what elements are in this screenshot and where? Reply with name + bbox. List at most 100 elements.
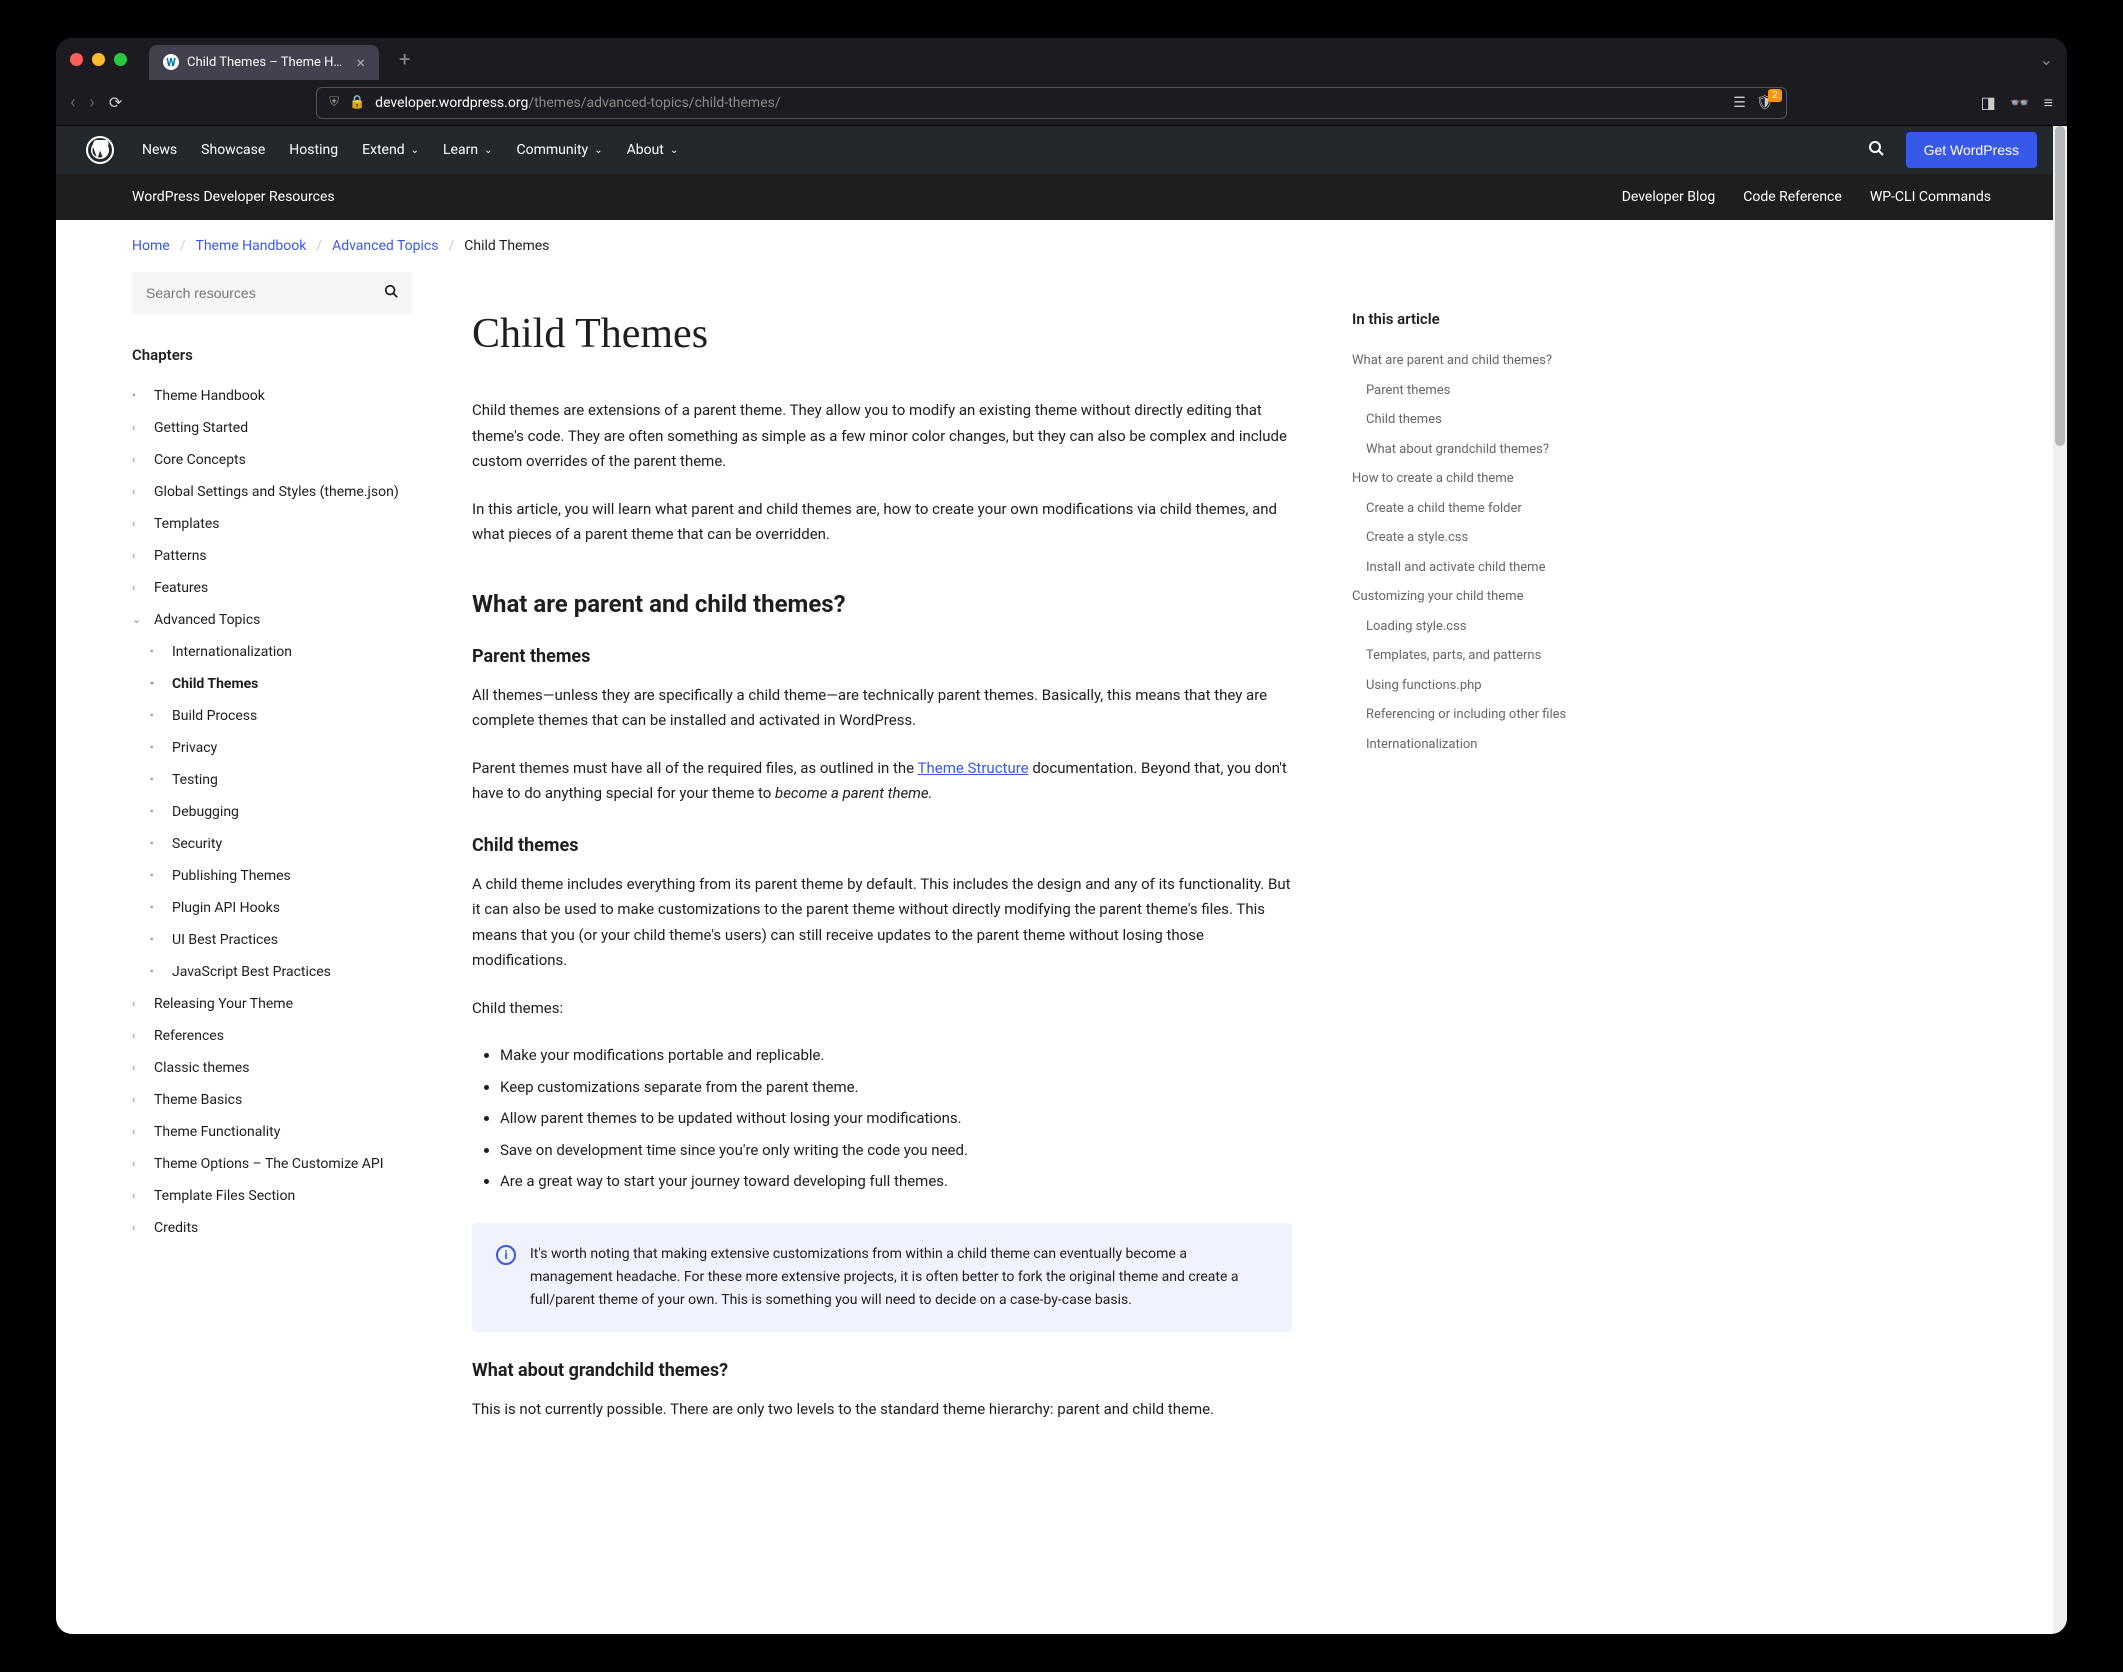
info-text: It's worth noting that making extensive … xyxy=(530,1243,1268,1312)
toc-link[interactable]: Install and activate child theme xyxy=(1352,553,1592,583)
chapter-label: Security xyxy=(172,834,222,854)
nav-item-extend[interactable]: Extend⌄ xyxy=(362,142,419,158)
developer-subheader: WordPress Developer Resources Developer … xyxy=(56,174,2067,220)
nav-item-hosting[interactable]: Hosting xyxy=(289,142,338,158)
list-item: Are a great way to start your journey to… xyxy=(500,1169,1292,1195)
chapter-item[interactable]: •JavaScript Best Practices xyxy=(132,956,412,988)
chapter-item[interactable]: ›Global Settings and Styles (theme.json) xyxy=(132,476,412,508)
extension-icon[interactable]: 🛡2 xyxy=(1756,95,1774,111)
chapter-item[interactable]: •Internationalization xyxy=(132,636,412,668)
bullet-icon: • xyxy=(150,898,162,918)
chapter-item[interactable]: •Plugin API Hooks xyxy=(132,892,412,924)
scrollbar-track[interactable] xyxy=(2053,126,2067,1634)
chapter-item[interactable]: ›Classic themes xyxy=(132,1052,412,1084)
chevron-down-icon: ⌄ xyxy=(132,610,144,630)
chevron-right-icon: › xyxy=(132,418,144,438)
chapter-item[interactable]: ›Theme Functionality xyxy=(132,1116,412,1148)
toc-link[interactable]: Templates, parts, and patterns xyxy=(1352,641,1592,671)
sidebar-toggle-icon[interactable]: ◨ xyxy=(1981,93,1996,112)
heading-grandchild: What about grandchild themes? xyxy=(472,1360,1292,1381)
browser-title-bar: W Child Themes – Theme Handb × + ⌄ xyxy=(56,38,2067,80)
chapter-item[interactable]: ›References xyxy=(132,1020,412,1052)
account-icon[interactable]: 👓 xyxy=(2010,93,2030,112)
lock-icon: 🔒 xyxy=(349,95,365,110)
grandchild-paragraph-1: This is not currently possible. There ar… xyxy=(472,1397,1292,1423)
chapter-item[interactable]: •Privacy xyxy=(132,732,412,764)
chapter-item[interactable]: ›Template Files Section xyxy=(132,1180,412,1212)
wordpress-logo-icon[interactable] xyxy=(86,136,114,164)
toc-link[interactable]: Referencing or including other files xyxy=(1352,700,1592,730)
page-title: Child Themes xyxy=(472,310,1292,358)
dev-link-wp-cli-commands[interactable]: WP-CLI Commands xyxy=(1870,189,1991,205)
reader-mode-icon[interactable]: ☰ xyxy=(1733,95,1746,111)
chapter-item[interactable]: •Debugging xyxy=(132,796,412,828)
toc-link[interactable]: Internationalization xyxy=(1352,730,1592,760)
tab-title: Child Themes – Theme Handb xyxy=(187,55,348,70)
chapter-item[interactable]: •Publishing Themes xyxy=(132,860,412,892)
nav-item-news[interactable]: News xyxy=(142,142,177,158)
address-bar[interactable]: ⛨ 🔒 developer.wordpress.org/themes/advan… xyxy=(316,87,1786,119)
toc-link[interactable]: Customizing your child theme xyxy=(1352,582,1592,612)
dev-resources-title: WordPress Developer Resources xyxy=(132,189,335,205)
chapter-item[interactable]: •Child Themes xyxy=(132,668,412,700)
reload-button[interactable]: ⟳ xyxy=(109,93,122,112)
bullet-icon: • xyxy=(150,930,162,950)
toc-link[interactable]: What about grandchild themes? xyxy=(1352,435,1592,465)
search-icon[interactable] xyxy=(1868,140,1884,160)
toc-link[interactable]: Using functions.php xyxy=(1352,671,1592,701)
chapter-item[interactable]: ›Theme Basics xyxy=(132,1084,412,1116)
chapter-item[interactable]: ›Patterns xyxy=(132,540,412,572)
chapter-item[interactable]: •Theme Handbook xyxy=(132,380,412,412)
nav-item-showcase[interactable]: Showcase xyxy=(201,142,265,158)
chapter-item[interactable]: ⌄Advanced Topics xyxy=(132,604,412,636)
chapter-item[interactable]: •Security xyxy=(132,828,412,860)
breadcrumb-current: Child Themes xyxy=(464,238,549,254)
menu-icon[interactable]: ≡ xyxy=(2044,93,2053,113)
get-wordpress-button[interactable]: Get WordPress xyxy=(1906,132,2037,168)
dev-link-code-reference[interactable]: Code Reference xyxy=(1743,189,1842,205)
new-tab-button[interactable]: + xyxy=(399,47,410,71)
search-box[interactable] xyxy=(132,272,412,314)
dev-link-developer-blog[interactable]: Developer Blog xyxy=(1622,189,1716,205)
chapter-item[interactable]: •UI Best Practices xyxy=(132,924,412,956)
chapter-label: Child Themes xyxy=(172,674,258,694)
scrollbar-thumb[interactable] xyxy=(2055,126,2065,446)
nav-item-learn[interactable]: Learn⌄ xyxy=(443,142,492,158)
search-submit-icon[interactable] xyxy=(384,284,398,302)
chapter-item[interactable]: ›Releasing Your Theme xyxy=(132,988,412,1020)
chapter-item[interactable]: ›Getting Started xyxy=(132,412,412,444)
chevron-right-icon: › xyxy=(132,1026,144,1046)
chapter-item[interactable]: ›Core Concepts xyxy=(132,444,412,476)
breadcrumb-link[interactable]: Advanced Topics xyxy=(332,238,438,254)
list-item: Save on development time since you're on… xyxy=(500,1138,1292,1164)
toc-link[interactable]: Create a child theme folder xyxy=(1352,494,1592,524)
breadcrumb-link[interactable]: Theme Handbook xyxy=(195,238,306,254)
minimize-window-button[interactable] xyxy=(92,53,105,66)
toc-link[interactable]: What are parent and child themes? xyxy=(1352,346,1592,376)
close-tab-icon[interactable]: × xyxy=(356,53,365,72)
chapter-item[interactable]: ›Theme Options – The Customize API xyxy=(132,1148,412,1180)
heading-parent-themes: Parent themes xyxy=(472,646,1292,667)
back-button[interactable]: ‹ xyxy=(70,92,75,113)
chapter-item[interactable]: •Build Process xyxy=(132,700,412,732)
maximize-window-button[interactable] xyxy=(114,53,127,66)
nav-item-about[interactable]: About⌄ xyxy=(627,142,679,158)
chapter-item[interactable]: •Testing xyxy=(132,764,412,796)
chapter-label: Theme Basics xyxy=(154,1090,242,1110)
close-window-button[interactable] xyxy=(70,53,83,66)
browser-tab-active[interactable]: W Child Themes – Theme Handb × xyxy=(149,45,379,80)
chapter-item[interactable]: ›Templates xyxy=(132,508,412,540)
breadcrumb-link[interactable]: Home xyxy=(132,238,170,254)
toc-link[interactable]: Create a style.css xyxy=(1352,523,1592,553)
toc-link[interactable]: Child themes xyxy=(1352,405,1592,435)
theme-structure-link[interactable]: Theme Structure xyxy=(918,759,1029,777)
chapter-item[interactable]: ›Credits xyxy=(132,1212,412,1244)
forward-button[interactable]: › xyxy=(89,92,94,113)
toc-link[interactable]: How to create a child theme xyxy=(1352,464,1592,494)
nav-item-community[interactable]: Community⌄ xyxy=(516,142,602,158)
toc-link[interactable]: Loading style.css xyxy=(1352,612,1592,642)
chapter-item[interactable]: ›Features xyxy=(132,572,412,604)
tabs-dropdown-icon[interactable]: ⌄ xyxy=(2040,50,2053,69)
toc-link[interactable]: Parent themes xyxy=(1352,376,1592,406)
search-input[interactable] xyxy=(146,285,384,301)
